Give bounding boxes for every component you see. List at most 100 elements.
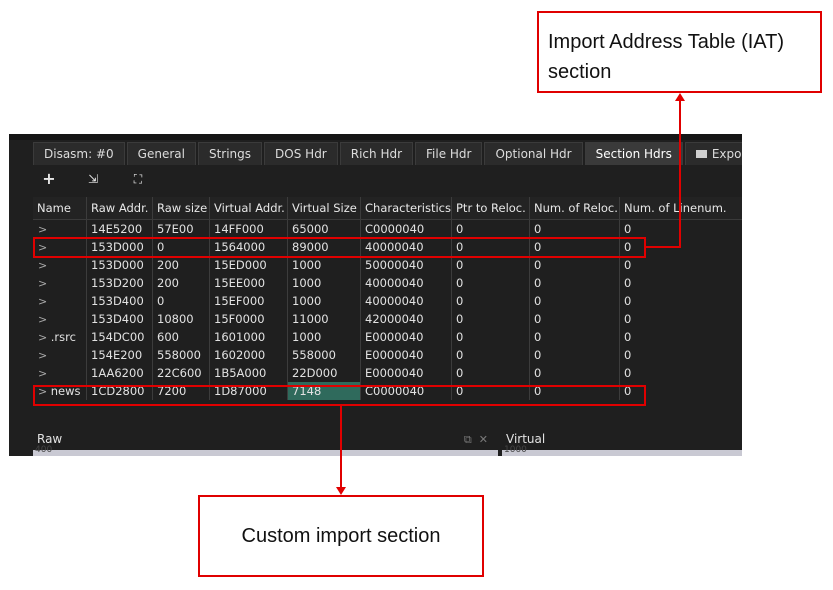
cell-virtual-addr: 1601000 <box>210 328 288 346</box>
cell-ptr-reloc: 0 <box>452 292 530 310</box>
pane-controls-icon[interactable]: ⧉ ✕ <box>464 433 488 447</box>
cell-name: > <box>33 274 87 292</box>
cell-name: > <box>33 364 87 382</box>
tab-optional-hdr[interactable]: Optional Hdr <box>484 142 583 165</box>
arrow-down-icon <box>336 487 346 495</box>
col-num-reloc[interactable]: Num. of Reloc. <box>530 197 620 219</box>
table-row[interactable]: > 153D400 0 15EF000 1000 40000040 0 0 0 <box>33 292 742 310</box>
tab-dos-hdr[interactable]: DOS Hdr <box>264 142 338 165</box>
col-virtual-addr[interactable]: Virtual Addr. <box>210 197 288 219</box>
tab-label: DOS Hdr <box>275 147 327 161</box>
cell-virtual-addr: 14FF000 <box>210 220 288 238</box>
cell-name: > <box>33 310 87 328</box>
cell-raw-size: 10800 <box>153 310 210 328</box>
cell-raw-size: 200 <box>153 256 210 274</box>
cell-raw-size: 57E00 <box>153 220 210 238</box>
cell-num-reloc: 0 <box>530 256 620 274</box>
col-raw-addr[interactable]: Raw Addr. <box>87 197 153 219</box>
cell-characteristics: E0000040 <box>361 364 452 382</box>
cell-name: > <box>33 292 87 310</box>
expand-chevron-icon[interactable]: > <box>37 313 47 326</box>
expand-chevron-icon[interactable]: > <box>37 367 47 380</box>
expand-chevron-icon[interactable]: > <box>37 349 47 362</box>
cell-raw-size: 600 <box>153 328 210 346</box>
tab-exports[interactable]: Exports <box>684 142 742 165</box>
cell-virtual-size: 1000 <box>288 292 361 310</box>
cell-ptr-reloc: 0 <box>452 364 530 382</box>
tab-label: General <box>137 147 185 161</box>
tab-strings[interactable]: Strings <box>197 142 263 165</box>
cell-num-linenum: 0 <box>624 276 632 290</box>
cell-ptr-reloc: 0 <box>452 256 530 274</box>
expand-icon[interactable]: ⇲ <box>83 170 103 188</box>
cell-raw-addr: 154DC00 <box>87 328 153 346</box>
cell-characteristics: 50000040 <box>361 256 452 274</box>
raw-pane: Raw ⧉ ✕ 400 <box>33 428 498 456</box>
table-row[interactable]: > 153D200 200 15EE000 1000 40000040 0 0 0 <box>33 274 742 292</box>
col-name[interactable]: Name <box>33 197 87 219</box>
cell-virtual-addr: 1B5A000 <box>210 364 288 382</box>
news-row-highlight <box>33 385 646 406</box>
collapse-icon[interactable]: ⛶ <box>128 170 148 188</box>
cell-raw-addr: 153D400 <box>87 310 153 328</box>
tab-bar: Disasm: #0 General Strings DOS Hdr Rich … <box>33 142 742 166</box>
tab-label: Strings <box>208 147 252 161</box>
expand-chevron-icon[interactable]: > <box>37 295 47 308</box>
window-top-strip <box>9 134 742 140</box>
cell-virtual-size: 558000 <box>288 346 361 364</box>
add-icon[interactable]: + <box>39 170 59 188</box>
cell-ptr-reloc: 0 <box>452 328 530 346</box>
cell-name: > <box>33 346 87 364</box>
cell-raw-addr: 153D200 <box>87 274 153 292</box>
virtual-value-strip[interactable]: 1000 <box>502 445 742 456</box>
table-row[interactable]: > 153D000 200 15ED000 1000 50000040 0 0 0 <box>33 256 742 274</box>
iat-annotation: Import Address Table (IAT) section <box>537 11 822 93</box>
tab-file-hdr[interactable]: File Hdr <box>415 142 483 165</box>
cell-raw-size: 0 <box>153 292 210 310</box>
tab-label: Disasm: #0 <box>44 147 114 161</box>
cell-raw-size: 200 <box>153 274 210 292</box>
cell-raw-addr: 153D400 <box>87 292 153 310</box>
cell-name: > <box>33 220 87 238</box>
expand-chevron-icon[interactable]: > <box>37 277 47 290</box>
pe-viewer-window: Disasm: #0 General Strings DOS Hdr Rich … <box>9 134 742 456</box>
raw-value-strip[interactable]: 400 <box>33 445 498 456</box>
cell-virtual-addr: 15EF000 <box>210 292 288 310</box>
table-row[interactable]: > 154E200 558000 1602000 558000 E0000040 0 0 0 <box>33 346 742 364</box>
expand-chevron-icon[interactable]: > <box>37 223 47 236</box>
cell-characteristics: C0000040 <box>361 220 452 238</box>
cell-name: > .rsrc <box>33 328 87 346</box>
tab-disasm[interactable]: Disasm: #0 <box>33 142 125 165</box>
table-row[interactable]: > 153D400 10800 15F0000 11000 42000040 0 0 0 <box>33 310 742 328</box>
tab-section-hdrs[interactable]: Section Hdrs <box>584 142 683 165</box>
connector-line <box>679 100 681 248</box>
col-raw-size[interactable]: Raw size <box>153 197 210 219</box>
tab-general[interactable]: General <box>126 142 196 165</box>
cell-num-reloc: 0 <box>530 220 620 238</box>
raw-pane-title: Raw <box>37 432 63 446</box>
col-num-linenum[interactable]: Num. of Linenum. <box>620 197 742 219</box>
table-row[interactable]: > 1AA6200 22C600 1B5A000 22D000 E0000040 0 0 0 <box>33 364 742 382</box>
table-row[interactable]: > .rsrc 154DC00 600 1601000 1000 E0000040 0 0 0 <box>33 328 742 346</box>
virtual-pane-title: Virtual <box>506 432 546 446</box>
cell-characteristics: 40000040 <box>361 274 452 292</box>
cell-virtual-size: 1000 <box>288 328 361 346</box>
cell-raw-addr: 1AA6200 <box>87 364 153 382</box>
expand-chevron-icon[interactable]: > <box>37 331 51 344</box>
arrow-up-icon <box>675 93 685 101</box>
table-header: Name Raw Addr. Raw size Virtual Addr. Vi… <box>33 197 742 220</box>
col-ptr-reloc[interactable]: Ptr to Reloc. <box>452 197 530 219</box>
cell-num-linenum: 0 <box>624 348 632 362</box>
tab-label: Rich Hdr <box>350 147 403 161</box>
folder-icon <box>695 150 707 158</box>
cell-virtual-size: 1000 <box>288 256 361 274</box>
cell-name: > <box>33 256 87 274</box>
col-characteristics[interactable]: Characteristics <box>361 197 452 219</box>
expand-chevron-icon[interactable]: > <box>37 259 47 272</box>
table-row[interactable]: > 14E5200 57E00 14FF000 65000 C0000040 0 0 0 <box>33 220 742 238</box>
col-virtual-size[interactable]: Virtual Size <box>288 197 361 219</box>
cell-virtual-size: 1000 <box>288 274 361 292</box>
tab-rich-hdr[interactable]: Rich Hdr <box>339 142 414 165</box>
cell-num-reloc: 0 <box>530 346 620 364</box>
tab-label: Exports <box>711 147 742 161</box>
